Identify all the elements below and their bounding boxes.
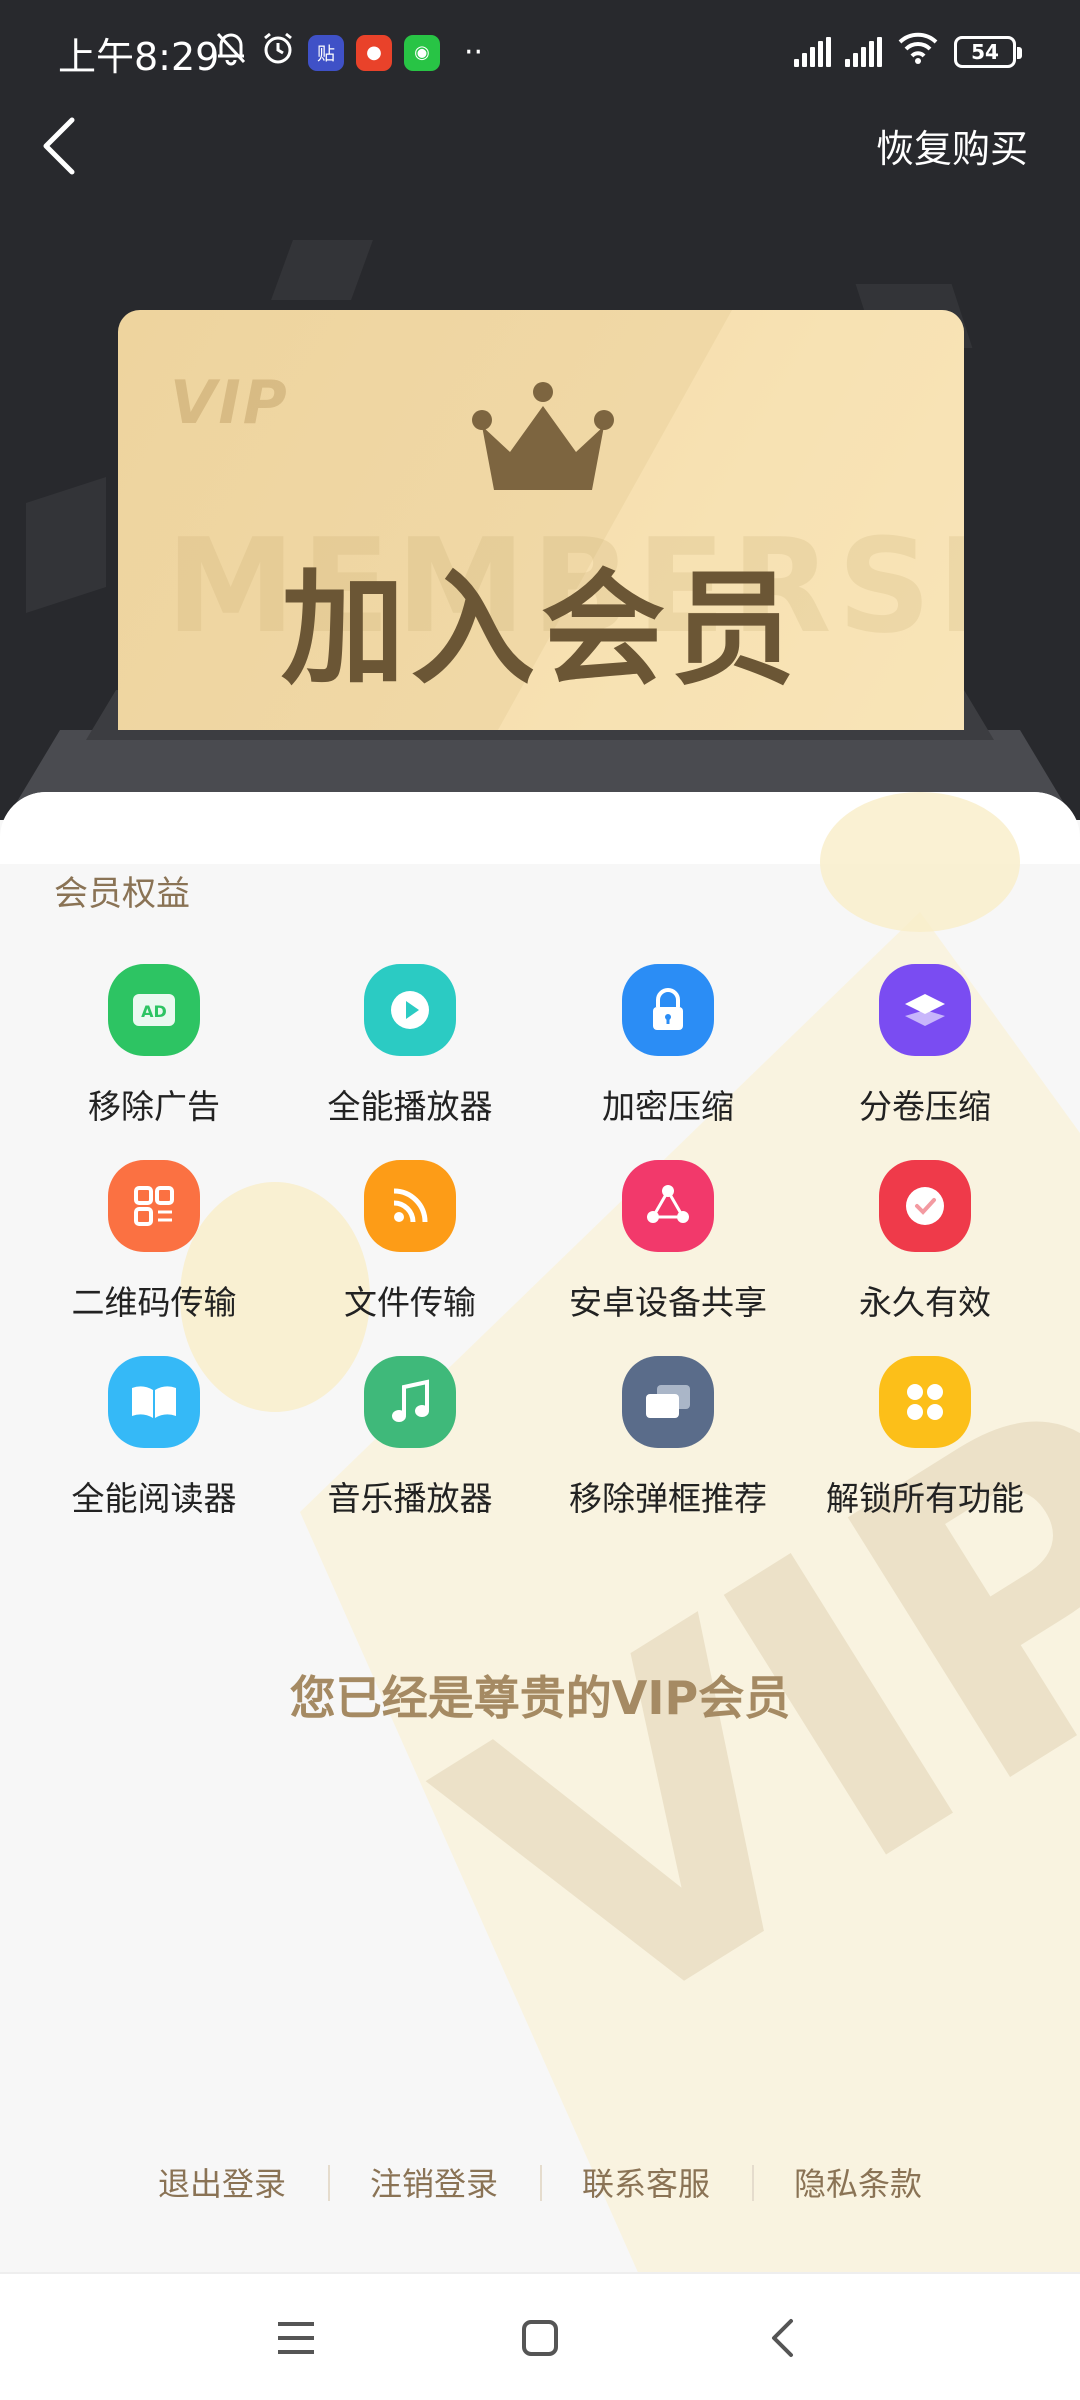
benefit-android-share[interactable]: 安卓设备共享 (538, 1160, 798, 1356)
status-bar: 上午8:29 贴 ● ◉ ·· 54 (0, 0, 1080, 100)
check-icon (879, 1160, 971, 1252)
grid-icon (879, 1356, 971, 1448)
benefit-label: 安卓设备共享 (569, 1283, 767, 1322)
benefit-remove-popups[interactable]: 移除弹框推荐 (538, 1356, 798, 1552)
crown-icon (472, 382, 614, 490)
benefit-label: 解锁所有功能 (826, 1479, 1024, 1518)
decor-cube (271, 240, 373, 300)
vip-card: VIP MEMBERSHIP 加入会员 (118, 310, 964, 730)
benefit-label: 文件传输 (344, 1283, 476, 1322)
footer-links: 退出登录 注销登录 联系客服 隐私条款 (0, 2152, 1080, 2212)
benefit-permanent[interactable]: 永久有效 (795, 1160, 1055, 1356)
book-icon (108, 1356, 200, 1448)
benefit-label: 加密压缩 (602, 1087, 734, 1126)
benefit-file-transfer[interactable]: 文件传输 (280, 1160, 540, 1356)
wifi-icon (896, 30, 940, 73)
game-icon: ● (356, 34, 392, 71)
more-notifications-icon: ·· (464, 35, 484, 70)
chevron-left-icon (43, 117, 75, 175)
chevron-left-icon (772, 2319, 793, 2357)
signal-icon (845, 36, 882, 67)
music-icon (364, 1356, 456, 1448)
wechat-icon: ◉ (404, 34, 440, 71)
lock-icon (622, 964, 714, 1056)
benefit-label: 分卷压缩 (859, 1087, 991, 1126)
decor-circle (820, 792, 1020, 932)
decor-cube (26, 477, 106, 613)
rss-icon (364, 1160, 456, 1252)
ad-icon: AD (108, 964, 200, 1056)
home-button[interactable] (510, 2308, 570, 2368)
menu-button[interactable] (266, 2308, 326, 2368)
battery-level: 54 (971, 39, 999, 64)
menu-icon (278, 2322, 314, 2354)
benefit-label: 音乐播放器 (327, 1479, 493, 1518)
layers-icon (879, 964, 971, 1056)
alarm-icon (260, 30, 296, 75)
play-icon (364, 964, 456, 1056)
window-icon (622, 1356, 714, 1448)
benefit-universal-player[interactable]: 全能播放器 (280, 964, 540, 1160)
benefit-label: 永久有效 (859, 1283, 991, 1322)
signal-icon (794, 36, 831, 67)
card-title: 加入会员 (280, 558, 801, 702)
status-time: 上午8:29 (58, 35, 220, 79)
benefit-split-compress[interactable]: 分卷压缩 (795, 964, 1055, 1160)
benefit-label: 二维码传输 (71, 1283, 237, 1322)
bell-off-icon (214, 30, 248, 75)
benefit-universal-reader[interactable]: 全能阅读器 (24, 1356, 284, 1552)
vip-status-text: 您已经是尊贵的VIP会员 (289, 1671, 791, 1725)
privacy-policy-link[interactable]: 隐私条款 (752, 2159, 964, 2205)
benefit-unlock-all[interactable]: 解锁所有功能 (795, 1356, 1055, 1552)
benefit-label: 全能播放器 (327, 1087, 493, 1126)
system-navigation-bar (0, 2272, 1080, 2400)
benefit-label: 移除弹框推荐 (569, 1479, 767, 1518)
benefit-encrypted-compress[interactable]: 加密压缩 (538, 964, 798, 1160)
home-icon (522, 2320, 558, 2356)
back-button[interactable] (28, 110, 88, 182)
restore-purchase-button[interactable]: 恢复购买 (876, 118, 1028, 173)
status-notification-icons: 贴 ● ◉ ·· (214, 30, 483, 75)
benefit-music-player[interactable]: 音乐播放器 (280, 1356, 540, 1552)
benefit-label: 移除广告 (88, 1087, 220, 1126)
tieba-icon: 贴 (308, 34, 344, 71)
nav-back-button[interactable] (752, 2308, 812, 2368)
benefit-qr-transfer[interactable]: 二维码传输 (24, 1160, 284, 1356)
contact-support-link[interactable]: 联系客服 (540, 2159, 752, 2205)
card-vip-tag: VIP (170, 368, 289, 438)
share-icon (622, 1160, 714, 1252)
logout-link[interactable]: 退出登录 (116, 2159, 328, 2205)
svg-text:AD: AD (141, 1002, 167, 1021)
qr-code-icon (108, 1160, 200, 1252)
battery-icon: 54 (954, 35, 1022, 68)
header-hero: 上午8:29 贴 ● ◉ ·· 54 恢复购买 VIP MEMBERS 加入会员 (0, 0, 1080, 820)
benefits-panel: VIP 会员权益 AD 移除广告 全能播放器 加密压缩 分卷压缩 二维码传输 文… (0, 792, 1080, 2272)
benefits-title: 会员权益 (54, 874, 190, 914)
benefit-label: 全能阅读器 (71, 1479, 237, 1518)
status-system-icons: 54 (794, 30, 1022, 73)
delete-account-link[interactable]: 注销登录 (328, 2159, 540, 2205)
benefit-remove-ads[interactable]: AD 移除广告 (24, 964, 284, 1160)
